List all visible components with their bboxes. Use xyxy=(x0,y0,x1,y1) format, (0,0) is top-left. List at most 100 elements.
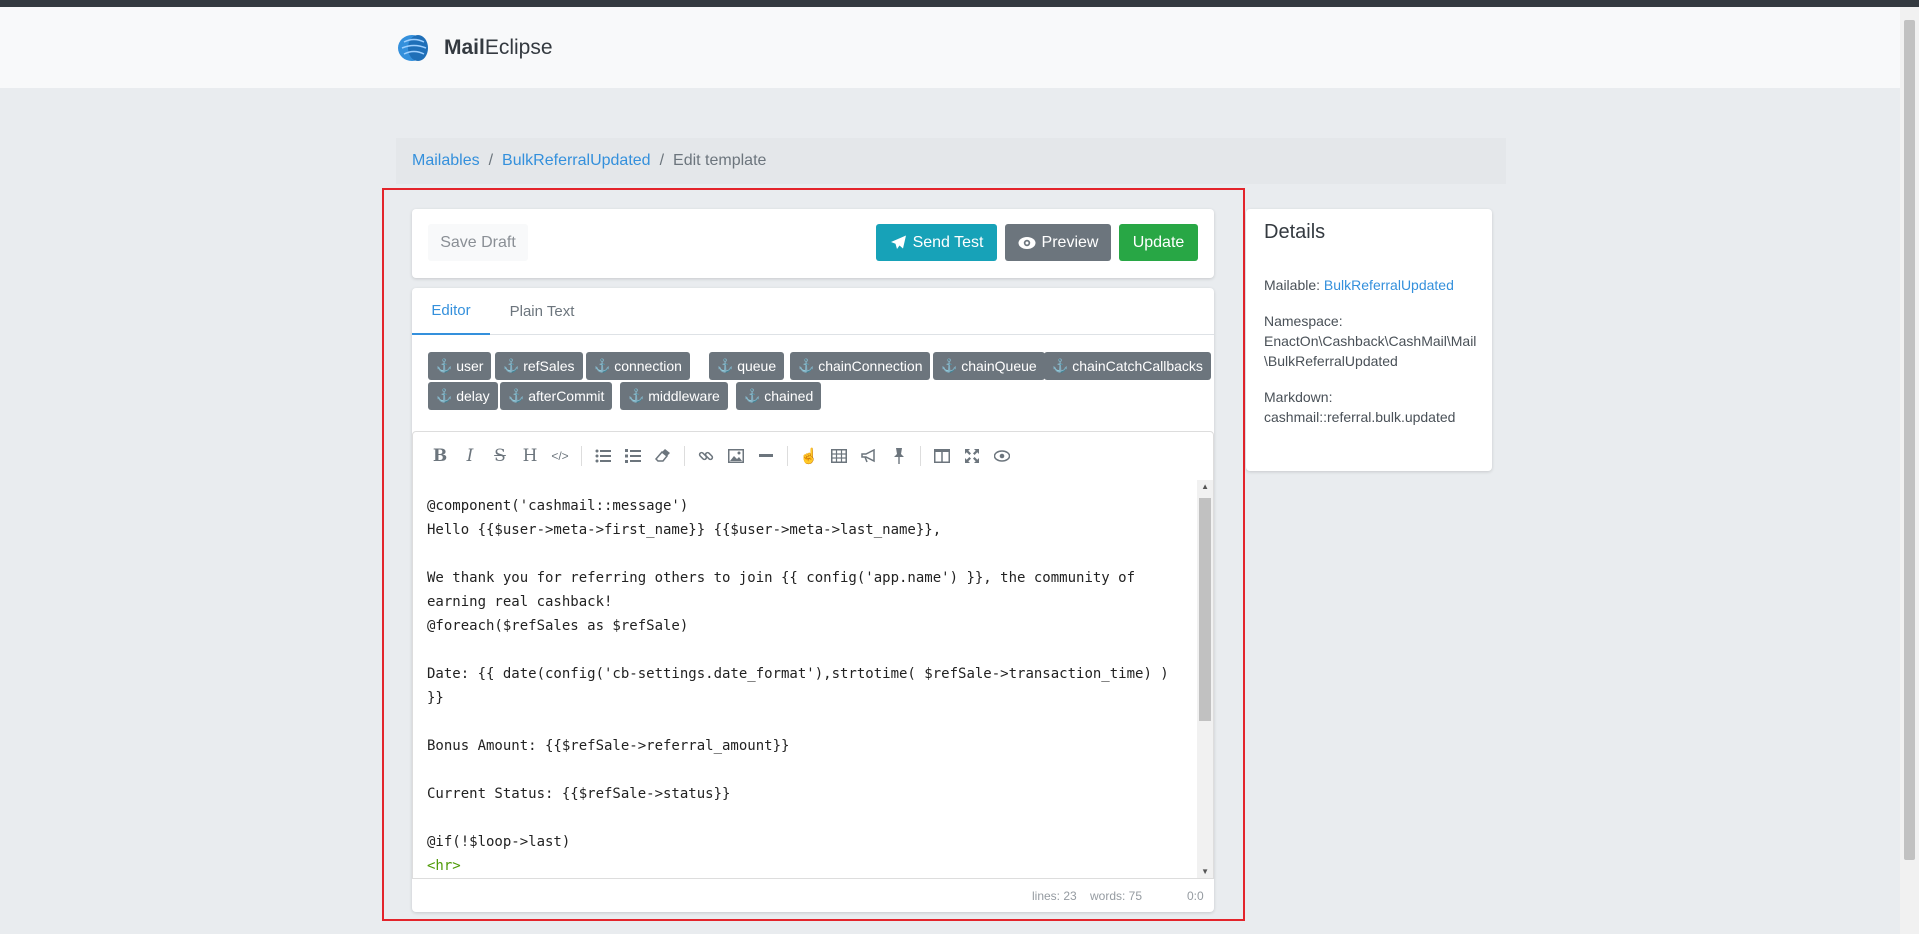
toolbar-divider xyxy=(684,446,685,466)
variable-chip-user[interactable]: ⚓ user xyxy=(428,352,492,380)
anchor-icon: ⚓ xyxy=(744,388,761,403)
detail-markdown: Markdown: cashmail::referral.bulk.update… xyxy=(1264,387,1479,427)
update-button[interactable]: Update xyxy=(1119,224,1198,261)
code-icon[interactable]: </> xyxy=(545,441,575,471)
hand-pointer-icon[interactable]: ☝ xyxy=(794,441,824,471)
code-line: @foreach($refSales as $refSale) xyxy=(427,618,689,634)
cursor-position: 0:0 xyxy=(1187,889,1204,903)
detail-namespace: Namespace: EnactOn\Cashback\CashMail\Mai… xyxy=(1264,311,1479,371)
variable-chip-aftercommit[interactable]: ⚓ afterCommit xyxy=(500,382,613,410)
mailable-link[interactable]: BulkReferralUpdated xyxy=(1324,277,1454,293)
fullscreen-icon[interactable] xyxy=(957,441,987,471)
breadcrumb-mailables[interactable]: Mailables xyxy=(412,152,480,170)
thumbtack-icon[interactable] xyxy=(884,441,914,471)
variable-chip-refsales[interactable]: ⚓ refSales xyxy=(495,352,583,380)
variable-chip-label: afterCommit xyxy=(528,388,605,404)
variable-chip-chaincatchcallbacks[interactable]: ⚓ chainCatchCallbacks xyxy=(1044,352,1211,380)
image-icon[interactable] xyxy=(721,441,751,471)
code-line: Current Status: {{$refSale->status}} xyxy=(427,786,731,802)
variable-chip-middleware[interactable]: ⚓ middleware xyxy=(620,382,728,410)
details-title: Details xyxy=(1264,221,1326,243)
page-scrollbar-thumb[interactable] xyxy=(1904,20,1915,860)
brand[interactable]: MailEclipse xyxy=(396,33,553,63)
variable-chip-label: refSales xyxy=(523,358,575,374)
anchor-icon: ⚓ xyxy=(594,358,611,373)
variable-chip-chainqueue[interactable]: ⚓ chainQueue xyxy=(933,352,1045,380)
breadcrumb-current: Edit template xyxy=(673,152,767,169)
toolbar-divider xyxy=(787,446,788,466)
send-test-label: Send Test xyxy=(912,233,984,251)
variable-chip-chainconnection[interactable]: ⚓ chainConnection xyxy=(790,352,931,380)
markdown-value: cashmail::referral.bulk.updated xyxy=(1264,409,1456,425)
scroll-down-arrow-icon[interactable]: ▼ xyxy=(1201,867,1209,876)
detail-label: Namespace: xyxy=(1264,313,1343,329)
editor-scrollbar-thumb[interactable] xyxy=(1199,498,1211,721)
code-line: @component('cashmail::message') xyxy=(427,498,689,514)
variable-chip-label: chainQueue xyxy=(961,358,1037,374)
variable-chip-label: delay xyxy=(456,388,490,404)
italic-icon[interactable]: I xyxy=(455,441,485,471)
send-test-button[interactable]: Send Test xyxy=(876,224,997,261)
toolbar-divider xyxy=(581,446,582,466)
details-body: Mailable: BulkReferralUpdated Namespace:… xyxy=(1264,275,1479,443)
detail-label: Mailable: xyxy=(1264,277,1321,293)
strikethrough-icon[interactable]: S xyxy=(485,441,515,471)
variable-chip-label: user xyxy=(456,358,484,374)
anchor-icon: ⚓ xyxy=(798,358,815,373)
unordered-list-icon[interactable] xyxy=(588,441,618,471)
breadcrumb: Mailables / BulkReferralUpdated / Edit t… xyxy=(396,138,1506,184)
horizontal-rule-icon[interactable] xyxy=(751,441,781,471)
breadcrumb-mailable[interactable]: BulkReferralUpdated xyxy=(502,152,651,170)
breadcrumb-separator: / xyxy=(488,152,494,169)
variable-chip-connection[interactable]: ⚓ connection xyxy=(586,352,690,380)
code-line: Hello {{$user->meta->first_name}} {{$use… xyxy=(427,522,942,538)
tab-editor[interactable]: Editor xyxy=(412,288,490,335)
detail-mailable: Mailable: BulkReferralUpdated xyxy=(1264,275,1479,295)
code-editor[interactable]: @component('cashmail::message') Hello {{… xyxy=(412,480,1214,879)
side-by-side-icon[interactable] xyxy=(927,441,957,471)
ordered-list-icon[interactable] xyxy=(618,441,648,471)
detail-label: Markdown: xyxy=(1264,389,1333,405)
paper-plane-icon xyxy=(890,235,906,249)
eraser-icon[interactable] xyxy=(648,441,678,471)
heading-icon[interactable]: H xyxy=(515,441,545,471)
code-line: Bonus Amount: {{$refSale->referral_amoun… xyxy=(427,738,790,754)
anchor-icon: ⚓ xyxy=(508,388,525,403)
variable-chip-delay[interactable]: ⚓ delay xyxy=(428,382,498,410)
toolbar-divider xyxy=(920,446,921,466)
table-icon[interactable] xyxy=(824,441,854,471)
details-card: Details Mailable: BulkReferralUpdated Na… xyxy=(1246,209,1492,471)
variable-chip-label: connection xyxy=(614,358,682,374)
code-content[interactable]: @component('cashmail::message') Hello {{… xyxy=(427,494,1187,878)
variable-chip-queue[interactable]: ⚓ queue xyxy=(709,352,785,380)
scroll-up-arrow-icon[interactable]: ▲ xyxy=(1201,482,1209,491)
variable-chip-label: middleware xyxy=(648,388,720,404)
line-count: lines: 23 xyxy=(1032,889,1077,903)
preview-eye-icon[interactable] xyxy=(987,441,1017,471)
top-dark-strip xyxy=(0,0,1919,7)
preview-label: Preview xyxy=(1041,233,1099,251)
variable-chip-label: queue xyxy=(737,358,777,374)
anchor-icon: ⚓ xyxy=(941,358,958,373)
navbar: MailEclipse xyxy=(0,7,1900,88)
code-line: <hr> xyxy=(427,858,461,874)
preview-button[interactable]: Preview xyxy=(1005,224,1111,261)
bold-icon[interactable]: B xyxy=(425,441,455,471)
tab-plain-text[interactable]: Plain Text xyxy=(490,288,594,335)
variable-chip-chained[interactable]: ⚓ chained xyxy=(736,382,822,410)
save-draft-button[interactable]: Save Draft xyxy=(428,224,528,261)
mail-eclipse-logo-icon xyxy=(398,35,428,61)
anchor-icon: ⚓ xyxy=(436,358,453,373)
editor-tabs: Editor Plain Text xyxy=(412,288,1214,335)
breadcrumb-separator: / xyxy=(659,152,665,169)
markdown-toolbar: B I S H </> ☝ xyxy=(412,431,1214,481)
variable-chip-label: chainConnection xyxy=(818,358,923,374)
bullhorn-icon[interactable] xyxy=(854,441,884,471)
link-icon[interactable] xyxy=(691,441,721,471)
variable-chip-label: chainCatchCallbacks xyxy=(1072,358,1203,374)
action-bar: Save Draft Send Test Preview Update xyxy=(412,209,1214,278)
